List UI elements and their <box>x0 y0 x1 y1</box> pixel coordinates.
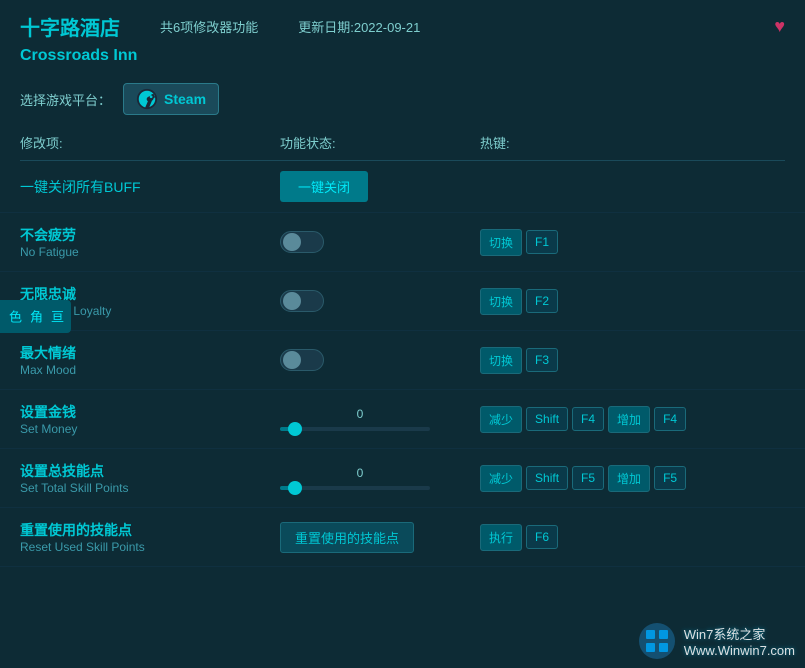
side-tab[interactable]: 亘 角 色 <box>0 300 71 333</box>
mod-cn-5: 重置使用的技能点 <box>20 520 280 540</box>
mod-hotkey-4: 减少 Shift F5 增加 F5 <box>480 465 785 492</box>
mod-cn-2: 最大情绪 <box>20 343 280 363</box>
hk-key-1[interactable]: F2 <box>526 289 558 313</box>
onekey-row: 一键关闭所有BUFF 一键关闭 <box>0 161 805 213</box>
mod-hotkey-3: 减少 Shift F4 增加 F4 <box>480 406 785 433</box>
mod-en-5: Reset Used Skill Points <box>20 540 280 554</box>
mod-row-5: 重置使用的技能点Reset Used Skill Points重置使用的技能点 … <box>0 508 805 567</box>
steam-icon <box>136 88 158 110</box>
column-headers: 修改项: 功能状态: 热键: <box>0 129 805 156</box>
onekey-status: 一键关闭 <box>280 171 480 202</box>
hk-action-2[interactable]: 切换 <box>480 347 522 374</box>
platform-row: 选择游戏平台： Steam <box>0 75 805 129</box>
hk-shift-4[interactable]: Shift <box>526 466 568 490</box>
side-tab-line3: 色 <box>5 310 24 323</box>
hk-exec-key-5[interactable]: F6 <box>526 525 558 549</box>
game-title: 十字路酒店 <box>20 12 120 41</box>
col-status-header: 功能状态: <box>280 133 480 152</box>
mod-status-5: 重置使用的技能点 <box>280 522 480 553</box>
mod-en-4: Set Total Skill Points <box>20 481 280 495</box>
mod-name-2: 最大情绪Max Mood <box>20 343 280 377</box>
steam-label: Steam <box>164 91 206 107</box>
slider-thumb-3[interactable] <box>288 422 302 436</box>
mod-en-3: Set Money <box>20 422 280 436</box>
action-btn-5[interactable]: 重置使用的技能点 <box>280 522 414 553</box>
hk-inc-3[interactable]: 增加 <box>608 406 650 433</box>
toggle-knob-0 <box>283 233 301 251</box>
slider-value-4: 0 <box>280 466 440 480</box>
mod-hotkey-1: 切换 F2 <box>480 288 785 315</box>
mod-en-2: Max Mood <box>20 363 280 377</box>
side-tab-line2: 角 <box>26 310 45 323</box>
slider-container-4: 0 <box>280 466 440 490</box>
hk-dec-key-3[interactable]: F4 <box>572 407 604 431</box>
mod-cn-0: 不会疲劳 <box>20 225 280 245</box>
toggle-0[interactable] <box>280 231 324 253</box>
toggle-knob-1 <box>283 292 301 310</box>
windows-logo-icon <box>638 622 676 660</box>
header: 十字路酒店 共6项修改器功能 更新日期:2022-09-21 ♥ <box>0 0 805 47</box>
col-mod-header: 修改项: <box>20 133 280 152</box>
game-subtitle: Crossroads Inn <box>0 47 805 75</box>
watermark: Win7系统之家 Www.Winwin7.com <box>638 622 795 660</box>
toggle-knob-2 <box>283 351 301 369</box>
onekey-label: 一键关闭所有BUFF <box>20 177 280 197</box>
watermark-line2: Www.Winwin7.com <box>684 643 795 658</box>
mod-status-4[interactable]: 0 <box>280 466 480 490</box>
slider-track-3[interactable] <box>280 427 430 431</box>
slider-value-3: 0 <box>280 407 440 421</box>
mod-row-4: 设置总技能点Set Total Skill Points 0 减少 Shift … <box>0 449 805 508</box>
mod-name-4: 设置总技能点Set Total Skill Points <box>20 461 280 495</box>
mod-name-5: 重置使用的技能点Reset Used Skill Points <box>20 520 280 554</box>
hk-dec-4[interactable]: 减少 <box>480 465 522 492</box>
update-date: 更新日期:2022-09-21 <box>298 17 420 36</box>
hk-key-0[interactable]: F1 <box>526 230 558 254</box>
mod-hotkey-5: 执行 F6 <box>480 524 785 551</box>
mod-status-3[interactable]: 0 <box>280 407 480 431</box>
mod-status-2[interactable] <box>280 349 480 371</box>
hk-exec-5[interactable]: 执行 <box>480 524 522 551</box>
mod-status-0[interactable] <box>280 231 480 253</box>
mod-hotkey-0: 切换 F1 <box>480 229 785 256</box>
mod-row-3: 设置金钱Set Money 0 减少 Shift F4 增加 F4 <box>0 390 805 449</box>
mod-name-0: 不会疲劳No Fatigue <box>20 225 280 259</box>
hk-inc-4[interactable]: 增加 <box>608 465 650 492</box>
mod-cn-4: 设置总技能点 <box>20 461 280 481</box>
slider-container-3: 0 <box>280 407 440 431</box>
mod-row-0: 不会疲劳No Fatigue 切换 F1 <box>0 213 805 272</box>
slider-thumb-4[interactable] <box>288 481 302 495</box>
side-tab-line1: 亘 <box>47 310 66 323</box>
mod-rows-container: 不会疲劳No Fatigue 切换 F1无限忠诚Unlimited Loyalt… <box>0 213 805 567</box>
platform-label: 选择游戏平台： <box>20 90 111 109</box>
onekey-button[interactable]: 一键关闭 <box>280 171 368 202</box>
mod-row-1: 无限忠诚Unlimited Loyalty 切换 F2 <box>0 272 805 331</box>
hk-shift-3[interactable]: Shift <box>526 407 568 431</box>
hk-action-0[interactable]: 切换 <box>480 229 522 256</box>
toggle-2[interactable] <box>280 349 324 371</box>
hk-inc-key-3[interactable]: F4 <box>654 407 686 431</box>
watermark-text-block: Win7系统之家 Www.Winwin7.com <box>684 624 795 658</box>
mod-cn-3: 设置金钱 <box>20 402 280 422</box>
hk-dec-key-4[interactable]: F5 <box>572 466 604 490</box>
hk-key-2[interactable]: F3 <box>526 348 558 372</box>
steam-button[interactable]: Steam <box>123 83 219 115</box>
slider-track-4[interactable] <box>280 486 430 490</box>
hk-inc-key-4[interactable]: F5 <box>654 466 686 490</box>
hk-action-1[interactable]: 切换 <box>480 288 522 315</box>
mod-row-2: 最大情绪Max Mood 切换 F3 <box>0 331 805 390</box>
mod-hotkey-2: 切换 F3 <box>480 347 785 374</box>
watermark-line1: Win7系统之家 <box>684 624 795 643</box>
toggle-1[interactable] <box>280 290 324 312</box>
mod-status-1[interactable] <box>280 290 480 312</box>
hk-dec-3[interactable]: 减少 <box>480 406 522 433</box>
col-hotkey-header: 热键: <box>480 133 785 152</box>
favorite-icon[interactable]: ♥ <box>774 16 785 37</box>
feature-count: 共6项修改器功能 <box>160 17 258 36</box>
mod-en-0: No Fatigue <box>20 245 280 259</box>
mod-name-3: 设置金钱Set Money <box>20 402 280 436</box>
